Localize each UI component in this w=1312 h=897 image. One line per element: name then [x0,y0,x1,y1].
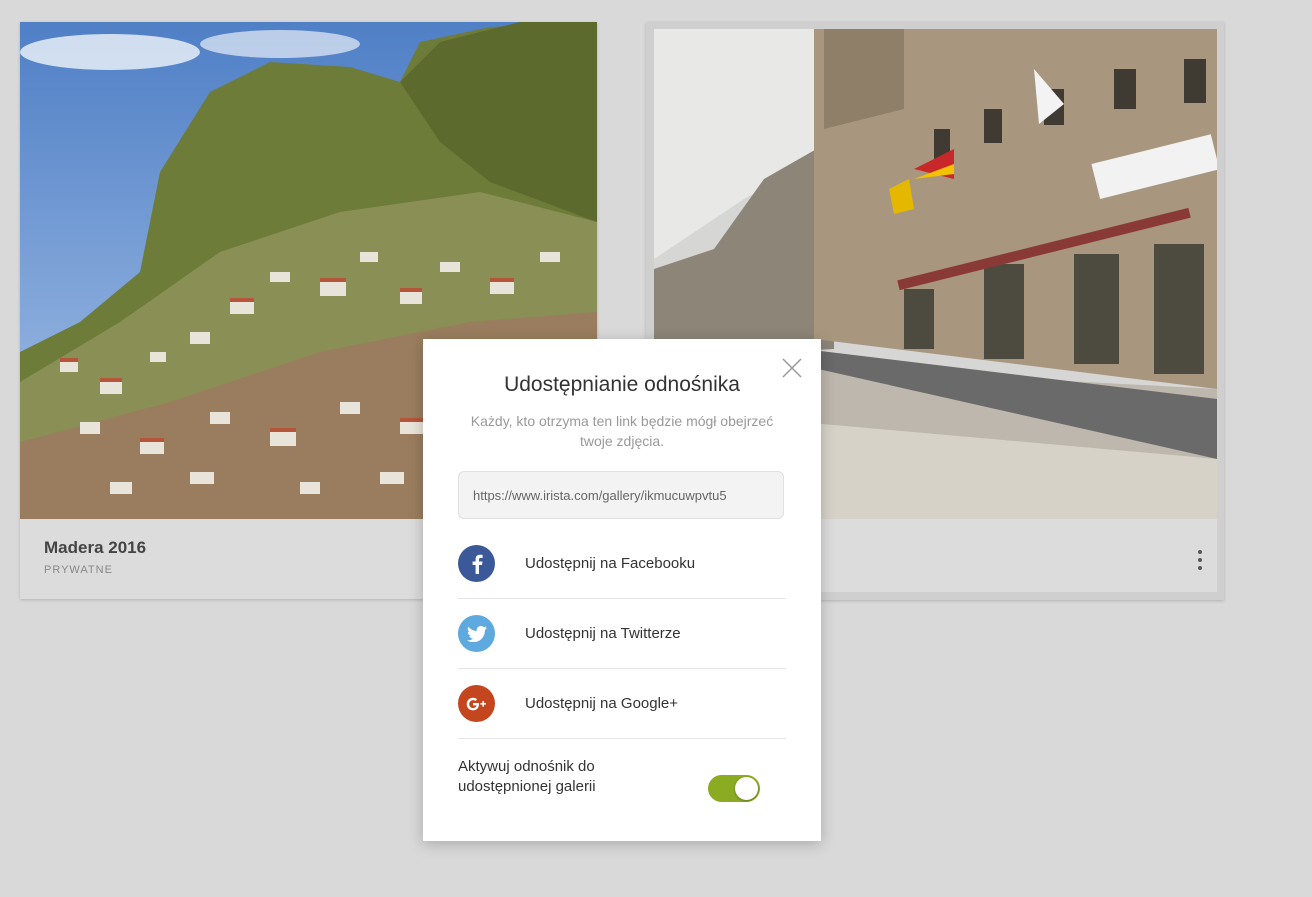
gallery-title[interactable]: Madera 2016 [44,538,146,558]
gallery-privacy-label: PRYWATNE [44,564,113,576]
more-options-icon[interactable] [1193,548,1207,572]
twitter-icon [458,615,495,652]
dialog-description: Każdy, kto otrzyma ten link będzie mógł … [470,413,774,449]
share-link-dialog: Udostępnianie odnośnika Każdy, kto otrzy… [423,339,821,841]
share-facebook-label: Udostępnij na Facebooku [525,555,696,572]
share-twitter-button[interactable]: Udostępnij na Twitterze [458,599,786,669]
share-google-plus-button[interactable]: Udostępnij na Google+ [458,669,786,739]
share-twitter-label: Udostępnij na Twitterze [525,625,681,642]
activate-link-toggle[interactable] [708,775,760,802]
activate-link-label: Aktywuj odnośnik do udostępnionej galeri… [458,758,596,795]
share-google-plus-label: Udostępnij na Google+ [525,695,679,712]
dialog-title: Udostępnianie odnośnika [504,373,740,396]
share-link-input[interactable] [458,471,784,519]
facebook-icon [458,545,495,582]
google-plus-icon [458,685,495,722]
toggle-knob [735,777,758,800]
share-facebook-button[interactable]: Udostępnij na Facebooku [458,529,786,599]
